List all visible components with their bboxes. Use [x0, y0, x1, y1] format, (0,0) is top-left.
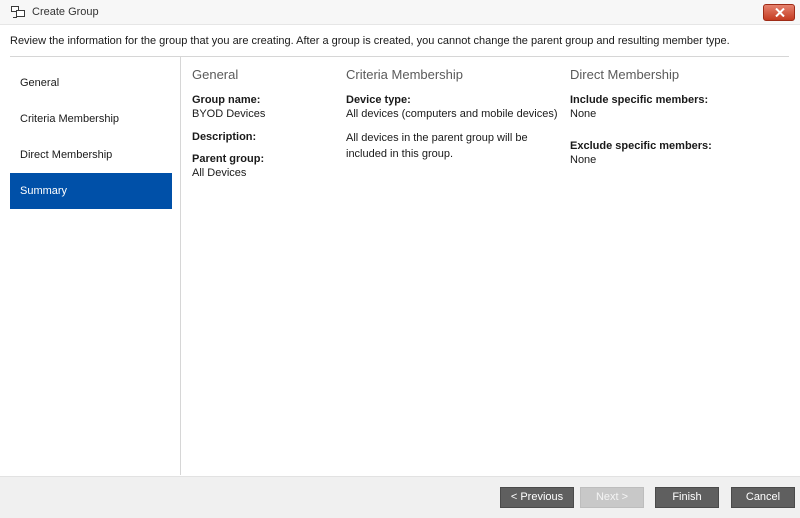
criteria-membership-heading: Criteria Membership	[346, 67, 464, 82]
summary-general-column: General Group name: BYOD Devices Descrip…	[192, 67, 342, 181]
window-title: Create Group	[32, 6, 99, 18]
cancel-button[interactable]: Cancel	[731, 487, 795, 508]
device-type-value: All devices (computers and mobile device…	[346, 108, 558, 120]
parent-group-value: All Devices	[192, 167, 247, 179]
next-button[interactable]: Next >	[580, 487, 644, 508]
summary-criteria-column: Criteria Membership Device type: All dev…	[346, 67, 568, 162]
title-bar: Create Group	[0, 0, 800, 25]
close-button[interactable]	[763, 4, 795, 21]
include-members-label: Include specific members:	[570, 94, 709, 106]
group-name-value: BYOD Devices	[192, 108, 266, 120]
footer-bar: < Previous Next > Finish Cancel	[0, 476, 800, 518]
exclude-members-value: None	[570, 154, 597, 166]
finish-button[interactable]: Finish	[655, 487, 719, 508]
general-heading: General	[192, 67, 239, 82]
instructions-text: Review the information for the group tha…	[10, 35, 730, 47]
summary-direct-column: Direct Membership Include specific membe…	[570, 67, 785, 168]
device-type-label: Device type:	[346, 94, 411, 106]
direct-membership-heading: Direct Membership	[570, 67, 680, 82]
include-members-value: None	[570, 108, 597, 120]
vertical-divider	[180, 57, 181, 475]
description-value	[192, 144, 342, 153]
group-devices-icon	[10, 5, 26, 19]
criteria-note-line-2: included in this group.	[346, 148, 454, 160]
nav-item-direct-membership[interactable]: Direct Membership	[10, 137, 172, 173]
previous-button[interactable]: < Previous	[500, 487, 574, 508]
wizard-nav: General Criteria Membership Direct Membe…	[10, 65, 172, 209]
group-name-label: Group name:	[192, 94, 261, 106]
nav-item-criteria-membership[interactable]: Criteria Membership	[10, 101, 172, 137]
exclude-members-label: Exclude specific members:	[570, 140, 712, 152]
nav-item-summary[interactable]: Summary	[10, 173, 172, 209]
criteria-note-line-1: All devices in the parent group will be	[346, 132, 528, 144]
close-icon	[775, 8, 785, 17]
parent-group-label: Parent group:	[192, 153, 265, 165]
nav-item-general[interactable]: General	[10, 65, 172, 101]
description-label: Description:	[192, 131, 257, 143]
divider	[10, 56, 789, 57]
